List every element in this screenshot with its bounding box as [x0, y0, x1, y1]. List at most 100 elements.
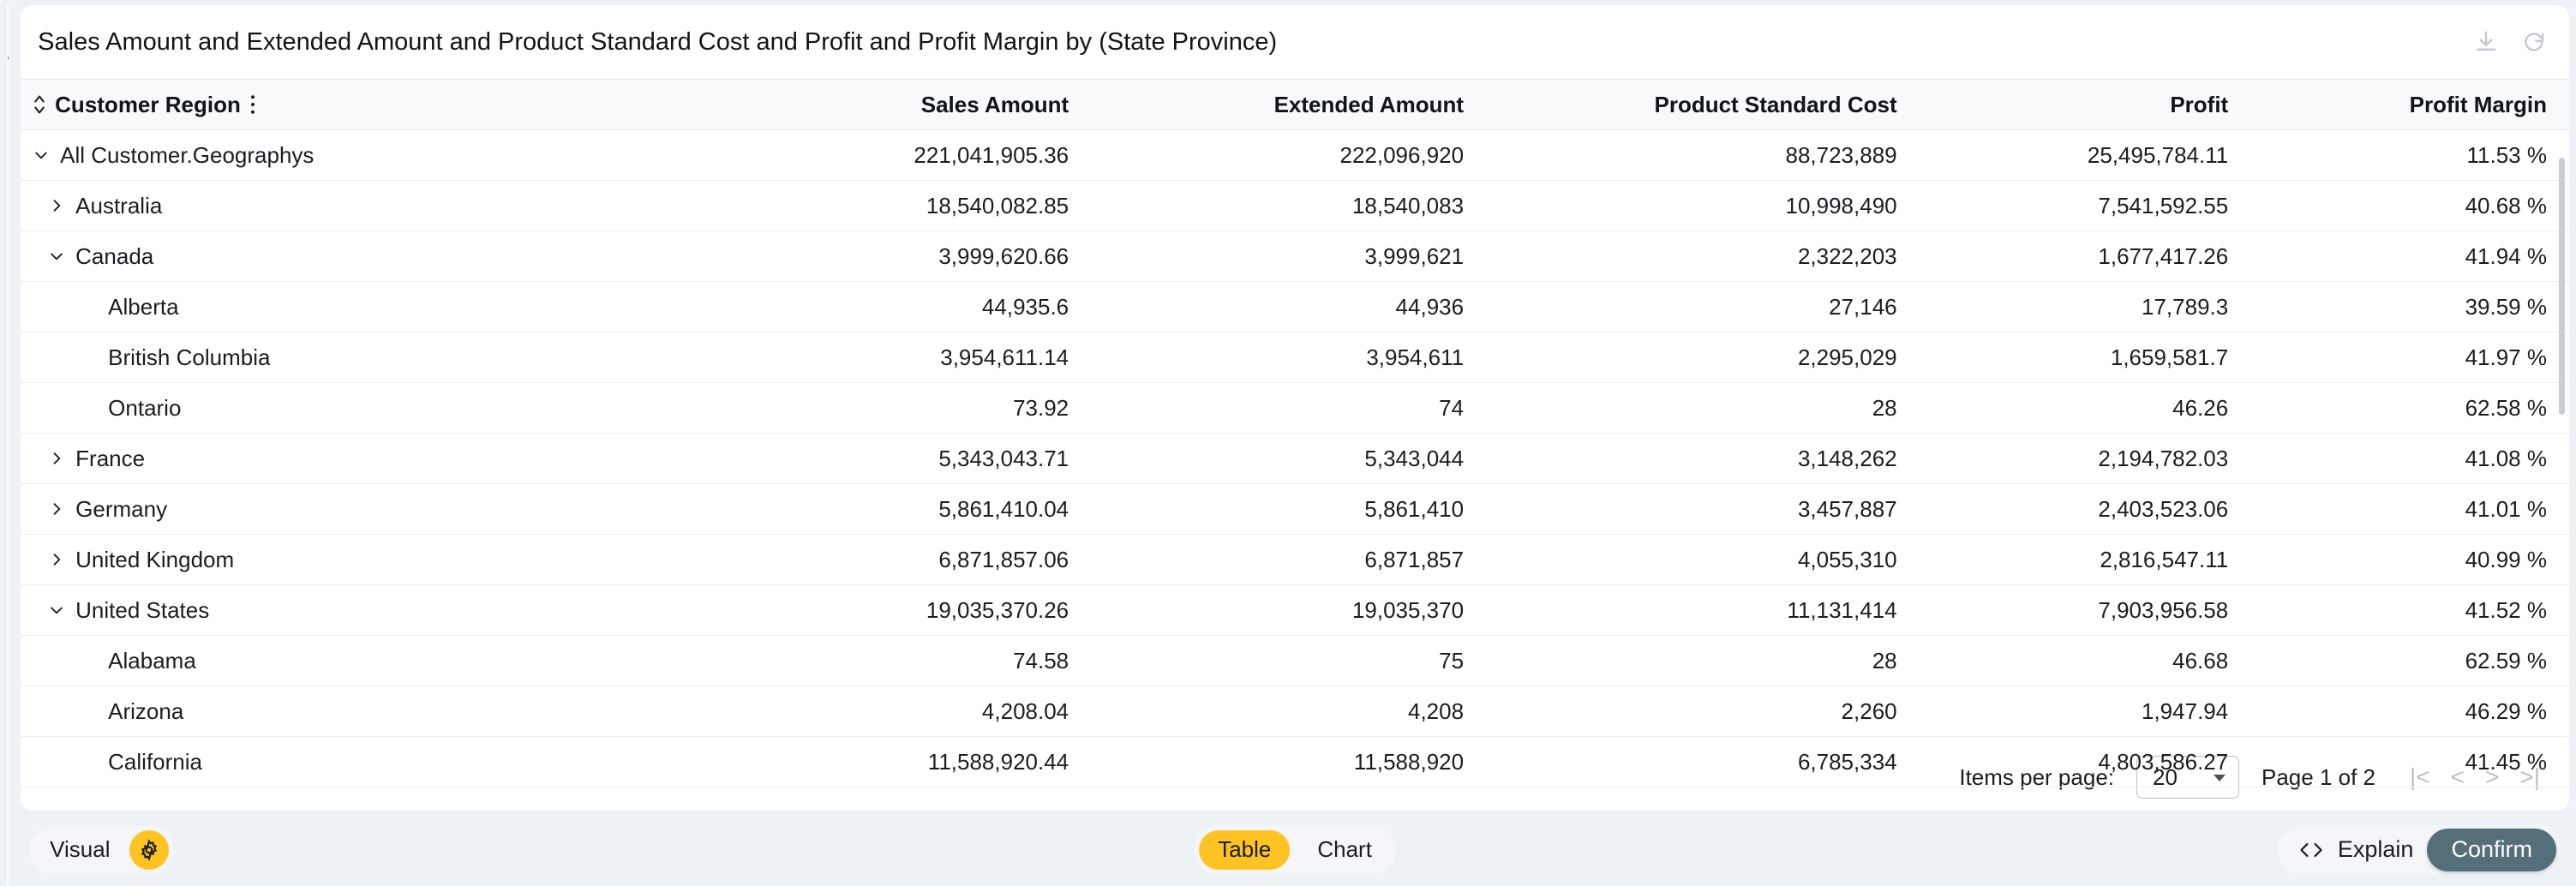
row-value-cell: 74: [1091, 382, 1487, 434]
row-value-cell: 40.68 %: [2250, 180, 2569, 231]
row-label-cell[interactable]: Australia: [21, 180, 697, 231]
row-label-cell[interactable]: All Customer.Geographys: [21, 129, 697, 181]
sort-icon[interactable]: [33, 93, 46, 116]
row-value-cell: 5,861,410.04: [696, 483, 1092, 535]
cell-value: 41.97 %: [2465, 344, 2547, 370]
table-row[interactable]: California 11,588,920.44 11,588,920 6,785,3…: [21, 736, 2569, 787]
explain-button[interactable]: Explain: [2338, 836, 2414, 863]
column-header-product-standard-cost[interactable]: Product Standard Cost: [1486, 79, 1920, 130]
column-header-label-3: Product Standard Cost: [1654, 91, 1897, 117]
sidebar-content: Dimensions 1 2 3 Level: [7, 72, 9, 795]
row-label-cell[interactable]: Alberta: [21, 281, 697, 332]
cell-value: 46.29 %: [2465, 697, 2547, 724]
cell-value: 11,131,414: [1787, 596, 1897, 623]
table-row[interactable]: Alberta 44,935.6 44,936 27,146 17,789.3 39.59…: [21, 281, 2569, 332]
cell-value: 3,148,262: [1797, 445, 1897, 471]
code-brackets-icon[interactable]: [2298, 840, 2324, 860]
row-label-cell[interactable]: United States: [21, 584, 697, 636]
table-row[interactable]: All Customer.Geographys 221,041,905.36 222…: [21, 129, 2569, 181]
column-header-profit[interactable]: Profit: [1919, 79, 2251, 130]
row-label-cell[interactable]: Germany: [21, 483, 697, 535]
bottom-toolbar: Visual Table Chart Explain Confirm: [21, 818, 2569, 886]
table-row[interactable]: Canada 3,999,620.66 3,999,621 2,322,203 1,67…: [21, 230, 2569, 282]
row-value-cell: 46.29 %: [2250, 685, 2569, 737]
row-value-cell: 28: [1486, 382, 1920, 434]
view-mode-switch: Table Chart: [1194, 824, 1396, 875]
expand-toggle-icon[interactable]: [48, 500, 65, 518]
row-label-cell[interactable]: Alabama: [21, 635, 697, 686]
cell-value: 44,936: [1395, 293, 1465, 320]
refresh-icon[interactable]: [2521, 29, 2547, 55]
table-row[interactable]: British Columbia 3,954,611.14 3,954,611 2,2…: [21, 332, 2569, 383]
row-label-cell[interactable]: Canada: [21, 230, 697, 282]
row-label-cell[interactable]: Arizona: [21, 685, 697, 737]
collapse-toggle-icon[interactable]: [48, 602, 65, 619]
row-value-cell: 5,343,043.71: [696, 433, 1092, 484]
view-mode-table[interactable]: Table: [1199, 829, 1291, 870]
gear-icon[interactable]: [129, 829, 169, 870]
view-mode-chart[interactable]: Chart: [1298, 830, 1391, 870]
column-header-label-1: Sales Amount: [920, 91, 1069, 117]
table-row[interactable]: Ontario 73.92 74 28 46.26 62.58 %: [21, 382, 2569, 434]
cell-value: 41.94 %: [2465, 242, 2547, 269]
row-value-cell: 2,322,203: [1486, 230, 1920, 282]
expand-toggle-icon[interactable]: [48, 450, 65, 467]
row-value-cell: 62.58 %: [2250, 382, 2569, 434]
table-row[interactable]: Arizona 4,208.04 4,208 2,260 1,947.94 46.29 %: [21, 685, 2569, 737]
cell-value: 19,035,370.26: [926, 596, 1069, 623]
row-value-cell: 7,903,956.58: [1919, 584, 2251, 636]
cell-value: 2,403,523.06: [2098, 495, 2229, 522]
row-label: United States: [75, 596, 210, 623]
table-row[interactable]: Germany 5,861,410.04 5,861,410 3,457,887 2,4…: [21, 483, 2569, 535]
cell-value: 2,322,203: [1797, 242, 1897, 269]
column-header-label-4: Profit: [2170, 91, 2229, 117]
row-label-cell[interactable]: California: [21, 736, 697, 787]
cell-value: 221,041,905.36: [914, 141, 1069, 168]
column-header-customer-region[interactable]: Customer Region: [21, 79, 697, 130]
collapse-toggle-icon[interactable]: [48, 248, 65, 265]
row-label-cell[interactable]: British Columbia: [21, 332, 697, 383]
cell-value: 3,999,621: [1364, 242, 1465, 269]
column-header-extended-amount[interactable]: Extended Amount: [1091, 79, 1487, 130]
data-table-wrapper: Customer Region Sales Amount Extended Am…: [21, 79, 2569, 787]
row-value-cell: 41.08 %: [2250, 433, 2569, 484]
more-vertical-icon[interactable]: [249, 94, 256, 115]
row-value-cell: 28: [1486, 635, 1920, 686]
row-value-cell: 2,194,782.03: [1919, 433, 2251, 484]
cell-value: 6,871,857: [1364, 546, 1465, 572]
table-row[interactable]: France 5,343,043.71 5,343,044 3,148,262 2,19…: [21, 433, 2569, 484]
cell-value: 46.68: [2172, 647, 2229, 673]
table-row[interactable]: United Kingdom 6,871,857.06 6,871,857 4,055…: [21, 534, 2569, 585]
tab-data[interactable]: Data: [7, 5, 9, 72]
cell-value: 1,947.94: [2142, 697, 2229, 724]
download-icon[interactable]: [2473, 29, 2499, 55]
cell-value: 17,789.3: [2142, 293, 2229, 320]
row-value-cell: 3,999,620.66: [696, 230, 1092, 282]
row-label-cell[interactable]: France: [21, 433, 697, 484]
table-row[interactable]: United States 19,035,370.26 19,035,370 11,1…: [21, 584, 2569, 636]
table-row[interactable]: Australia 18,540,082.85 18,540,083 10,998,4…: [21, 180, 2569, 231]
confirm-button[interactable]: Confirm: [2427, 828, 2556, 871]
table-scrollbar[interactable]: [2558, 158, 2565, 415]
column-header-sales-amount[interactable]: Sales Amount: [696, 79, 1092, 130]
cell-value: 74.58: [1013, 647, 1069, 673]
expand-toggle-icon[interactable]: [48, 197, 65, 214]
table-row[interactable]: Alabama 74.58 75 28 46.68 62.59 %: [21, 635, 2569, 686]
cell-value: 46.26: [2172, 394, 2229, 421]
row-value-cell: 41.97 %: [2250, 332, 2569, 383]
page-title: Sales Amount and Extended Amount and Pro…: [38, 27, 1278, 56]
column-header-label-2: Extended Amount: [1273, 91, 1465, 117]
row-value-cell: 25,495,784.11: [1919, 129, 2251, 181]
row-value-cell: 3,457,887: [1486, 483, 1920, 535]
cell-value: 2,260: [1841, 697, 1897, 724]
row-label-cell[interactable]: United Kingdom: [21, 534, 697, 585]
cell-value: 40.99 %: [2465, 546, 2547, 572]
expand-toggle-icon[interactable]: [48, 551, 65, 568]
row-label-cell[interactable]: Ontario: [21, 382, 697, 434]
row-value-cell: 221,041,905.36: [696, 129, 1092, 181]
row-value-cell: 1,677,417.26: [1919, 230, 2251, 282]
collapse-toggle-icon[interactable]: [33, 147, 50, 164]
cell-value: 11,588,920: [1353, 748, 1465, 775]
column-header-profit-margin[interactable]: Profit Margin: [2250, 79, 2569, 130]
row-label: British Columbia: [108, 344, 271, 370]
